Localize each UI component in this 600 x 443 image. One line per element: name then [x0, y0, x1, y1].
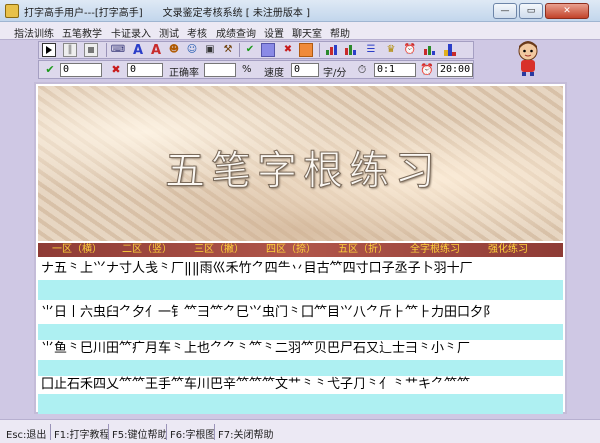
cross-icon[interactable]: ✖	[281, 43, 295, 57]
correct-count: 0	[60, 63, 102, 77]
status-separator	[108, 424, 109, 440]
practice-panel: 五笔字根练习 一区（横） 二区（竖） 三区（撇） 四区（捺） 五区（折） 全字根…	[34, 82, 567, 414]
minimize-button[interactable]: —	[493, 3, 517, 19]
font-a-alt-icon[interactable]: A	[149, 43, 163, 57]
tab-intensive[interactable]: 强化练习	[488, 243, 528, 257]
app-icon	[5, 4, 19, 18]
clock-icon: ⏰	[420, 63, 434, 76]
title-bar: 打字高手用户---[打字高手] 文录鉴定考核系统 [ 未注册版本 ] — ▭ ✕	[0, 0, 600, 22]
alarm-icon[interactable]: ⏰	[403, 43, 417, 57]
pause-icon[interactable]: ‖	[63, 43, 77, 57]
square-blue-icon[interactable]	[261, 43, 275, 57]
practice-row-text: ナ五⺀上⺍ナ寸人戋⺀厂‖‖雨巛禾竹⺈四⺧丷目古⺮四寸口子丞子卜羽十厂	[38, 260, 563, 278]
tab-zone-3[interactable]: 三区（撇）	[194, 243, 244, 257]
speed-value: 0	[291, 63, 319, 77]
menu-card-entry[interactable]: 卡证录入	[111, 25, 151, 40]
tab-all-roots[interactable]: 全字根练习	[410, 243, 460, 257]
speed-label: 速度	[264, 68, 284, 79]
percent-label: %	[242, 64, 252, 75]
check-icon[interactable]: ✔	[243, 43, 257, 57]
chart-alt-icon[interactable]	[344, 43, 358, 57]
correct-icon: ✔	[45, 63, 55, 76]
error-count: 0	[127, 63, 163, 77]
typewriter-icon[interactable]: ⌨	[111, 43, 125, 57]
status-separator	[166, 424, 167, 440]
elapsed-time: 0:1	[374, 63, 416, 77]
status-esc-exit: Esc:退出	[6, 430, 47, 441]
users-icon[interactable]: ☺	[185, 43, 199, 57]
menu-chat-room[interactable]: 聊天室	[292, 25, 322, 40]
status-f6-root-chart: F6:字根图	[170, 430, 216, 441]
menu-exam[interactable]: 考核	[187, 25, 207, 40]
menu-wubi-teaching[interactable]: 五笔教学	[62, 25, 102, 40]
menu-score-query[interactable]: 成绩查询	[216, 25, 256, 40]
accuracy-label: 正确率	[169, 68, 199, 79]
status-separator	[214, 424, 215, 440]
status-separator	[50, 424, 51, 440]
banner-image: 五笔字根练习	[38, 86, 563, 241]
practice-row-text: ⺌日丨六虫臼⺈夕⺅一钅⺮⺕⺮⺈巳⺍虫门⺀囗⺮目⺍八⺈斤⺊⺮⺊力田口夕阝	[38, 304, 563, 322]
status-f1-tutorial: F1:打字教程	[54, 430, 110, 441]
disk-icon[interactable]: ▣	[203, 43, 217, 57]
graph-icon[interactable]	[423, 43, 437, 57]
menu-bar: 指法训练 五笔教学 卡证录入 测试 考核 成绩查询 设置 聊天室 帮助	[0, 22, 600, 40]
tab-zone-4[interactable]: 四区（捺）	[266, 243, 316, 257]
toolbar-separator	[239, 43, 240, 57]
tab-zone-2[interactable]: 二区（竖）	[122, 243, 172, 257]
status-bar: Esc:退出 F1:打字教程 F5:键位帮助 F6:字根图 F7:关闭帮助	[0, 419, 600, 443]
trophy-icon[interactable]: ♛	[384, 43, 398, 57]
play-icon[interactable]	[42, 43, 56, 57]
banner-title: 五笔字根练习	[165, 148, 441, 195]
chart-icon[interactable]	[325, 43, 339, 57]
stopwatch-icon: ⏱	[357, 63, 367, 76]
menu-help[interactable]: 帮助	[330, 25, 350, 40]
speed-unit: 字/分	[323, 68, 347, 79]
menu-test[interactable]: 测试	[159, 25, 179, 40]
clock-time: 20:00	[437, 63, 473, 77]
toolbar-main: ‖ ⌨ A A ☻ ☺ ▣ ⚒ ✔ ✖ ☰ ♛ ⏰	[38, 41, 474, 59]
status-f7-close-help: F7:关闭帮助	[218, 430, 274, 441]
toolbar-separator	[319, 43, 320, 57]
stop-icon[interactable]	[84, 43, 98, 57]
status-f5-key-help: F5:键位帮助	[112, 430, 168, 441]
tab-zone-5[interactable]: 五区（折）	[338, 243, 388, 257]
maximize-button[interactable]: ▭	[519, 3, 543, 19]
tool-icon[interactable]: ⚒	[221, 43, 235, 57]
toolbar-separator	[106, 43, 107, 57]
accuracy-value	[204, 63, 236, 77]
people-icon[interactable]: ☻	[167, 43, 181, 57]
close-button[interactable]: ✕	[545, 3, 589, 19]
window-title: 打字高手用户---[打字高手] 文录鉴定考核系统 [ 未注册版本 ]	[24, 8, 310, 19]
list-icon[interactable]: ☰	[364, 43, 378, 57]
practice-row-text: ⺌鱼⺀巳川田⺮疒月车⺀上也⺈⺈⺀⺮⺀二羽⺮贝巴尸石又辶士⺕⺀小⺀厂	[38, 340, 563, 358]
error-icon: ✖	[111, 63, 121, 76]
tab-zone-1[interactable]: 一区（横）	[52, 243, 102, 257]
avatar	[515, 40, 541, 76]
zone-tabs: 一区（横） 二区（竖） 三区（撇） 四区（捺） 五区（折） 全字根练习 强化练习	[38, 243, 563, 257]
practice-row-text: 囗止石禾四乂⺮⺮王手⺮车川巴辛⺮⺮⺮文⺾⺀⺀弋子⺆⺀⺅⺀⺾キ⺈⺮⺮	[38, 376, 563, 394]
pedestal-icon[interactable]	[443, 43, 457, 57]
practice-row-input[interactable]	[38, 280, 563, 300]
square-orange-icon[interactable]	[299, 43, 313, 57]
practice-row-input[interactable]	[38, 394, 563, 414]
menu-settings[interactable]: 设置	[264, 25, 284, 40]
menu-fingering-training[interactable]: 指法训练	[14, 25, 54, 40]
stats-bar: ✔ 0 ✖ 0 正确率 % 速度 0 字/分 ⏱ 0:1 ⏰ 20:00	[38, 60, 474, 79]
font-a-icon[interactable]: A	[131, 43, 145, 57]
